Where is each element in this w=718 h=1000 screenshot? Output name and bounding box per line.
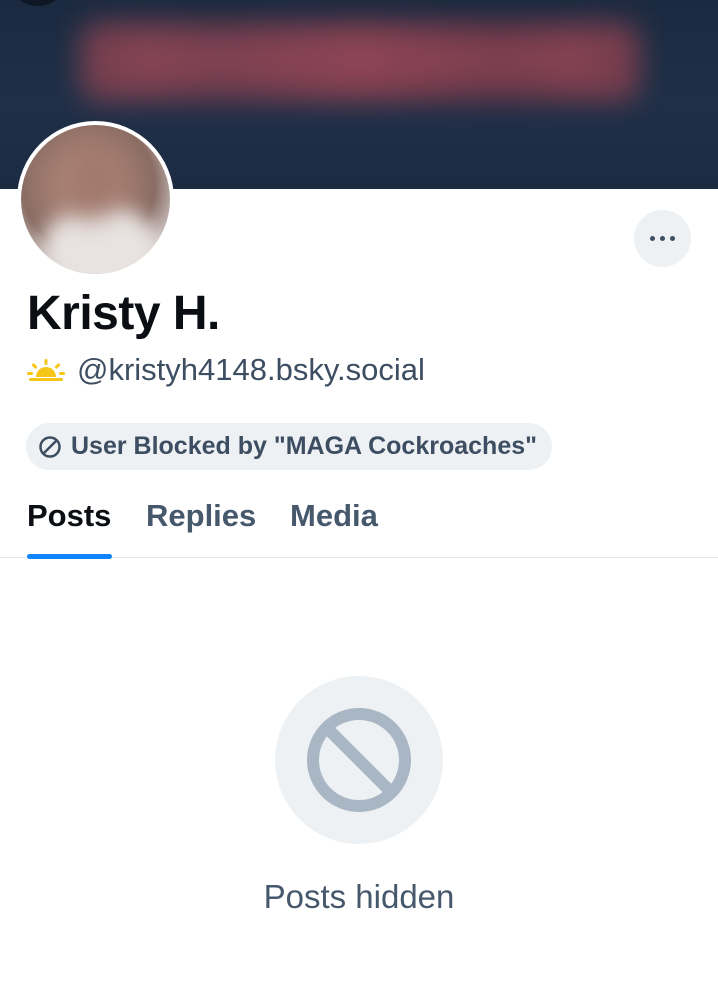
- moderation-label-pill[interactable]: User Blocked by "MAGA Cockroaches": [26, 423, 552, 470]
- more-options-icon: [650, 236, 675, 241]
- more-options-button[interactable]: [634, 210, 691, 267]
- tab-label: Media: [290, 498, 378, 533]
- profile-tabs: Posts Replies Media: [0, 488, 718, 559]
- moderation-label-text: User Blocked by "MAGA Cockroaches": [71, 432, 537, 460]
- empty-state-icon-circle: [275, 676, 443, 844]
- banner-blurred-highlight: [120, 40, 600, 80]
- ban-icon: [307, 708, 411, 812]
- tab-label: Posts: [27, 498, 112, 533]
- empty-state-message: Posts hidden: [263, 878, 455, 915]
- display-name: Kristy H.: [27, 287, 220, 340]
- tab-media[interactable]: Media: [290, 488, 382, 558]
- tab-replies[interactable]: Replies: [146, 488, 256, 558]
- handle-row: @kristyh4148.bsky.social: [27, 350, 425, 390]
- ban-icon: [39, 435, 61, 458]
- tab-posts[interactable]: Posts: [27, 488, 112, 559]
- profile-handle[interactable]: @kristyh4148.bsky.social: [77, 352, 425, 388]
- active-tab-indicator: [27, 554, 112, 559]
- avatar-image: [21, 125, 170, 274]
- banner-back-shadow: [16, 0, 60, 6]
- tab-label: Replies: [146, 498, 257, 533]
- avatar[interactable]: [17, 121, 174, 278]
- sunrise-icon: [27, 359, 65, 381]
